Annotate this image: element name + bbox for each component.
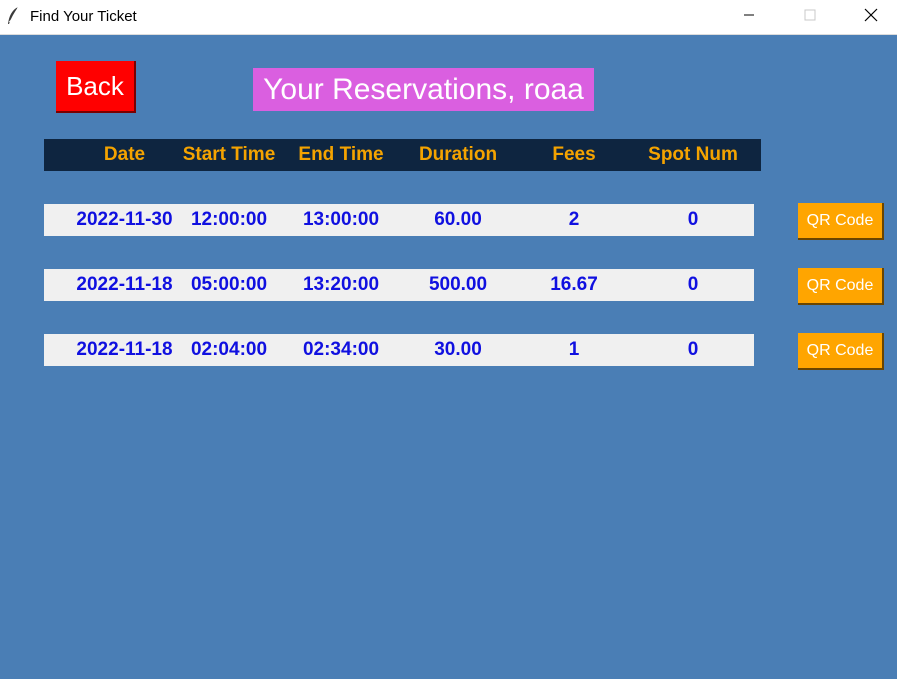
header-fees: Fees (552, 144, 596, 165)
row-duration: 60.00 (434, 209, 482, 230)
row-spot-num: 0 (687, 274, 699, 295)
row-fees: 2 (568, 209, 580, 230)
row-date: 2022-11-18 (76, 339, 173, 360)
row-duration: 30.00 (434, 339, 482, 360)
minimize-icon (743, 8, 755, 26)
page-title: Your Reservations, roaa (253, 68, 594, 111)
row-start-time: 05:00:00 (190, 274, 268, 295)
window-titlebar: Find Your Ticket (0, 0, 897, 35)
header-end-time: End Time (298, 144, 384, 165)
row-end-time: 02:34:00 (302, 339, 380, 360)
header-date: Date (103, 144, 146, 165)
back-button[interactable]: Back (56, 61, 136, 113)
row-start-time: 12:00:00 (190, 209, 268, 230)
row-duration: 500.00 (428, 274, 488, 295)
table-row: 2022-11-18 05:00:00 13:20:00 500.00 16.6… (44, 269, 754, 301)
qr-code-button[interactable]: QR Code (798, 333, 884, 370)
qr-code-button[interactable]: QR Code (798, 203, 884, 240)
header-start-time: Start Time (182, 144, 276, 165)
close-icon (864, 8, 878, 27)
window-title: Find Your Ticket (30, 8, 137, 25)
row-date: 2022-11-18 (76, 274, 173, 295)
maximize-button[interactable] (787, 0, 833, 34)
table-row: 2022-11-18 02:04:00 02:34:00 30.00 1 0 (44, 334, 754, 366)
row-end-time: 13:00:00 (302, 209, 380, 230)
row-fees: 1 (568, 339, 580, 360)
row-fees: 16.67 (550, 274, 598, 295)
header-spot-num: Spot Num (648, 144, 738, 165)
main-content: Back Your Reservations, roaa Date Start … (0, 35, 897, 679)
close-button[interactable] (848, 0, 894, 34)
table-header: Date Start Time End Time Duration Fees S… (44, 139, 761, 171)
row-spot-num: 0 (687, 209, 699, 230)
header-duration: Duration (418, 144, 498, 165)
feather-icon (6, 6, 20, 26)
row-date: 2022-11-30 (76, 209, 173, 230)
row-start-time: 02:04:00 (190, 339, 268, 360)
qr-code-button[interactable]: QR Code (798, 268, 884, 305)
row-end-time: 13:20:00 (302, 274, 380, 295)
minimize-button[interactable] (726, 0, 772, 34)
table-row: 2022-11-30 12:00:00 13:00:00 60.00 2 0 (44, 204, 754, 236)
row-spot-num: 0 (687, 339, 699, 360)
maximize-icon (804, 8, 816, 26)
